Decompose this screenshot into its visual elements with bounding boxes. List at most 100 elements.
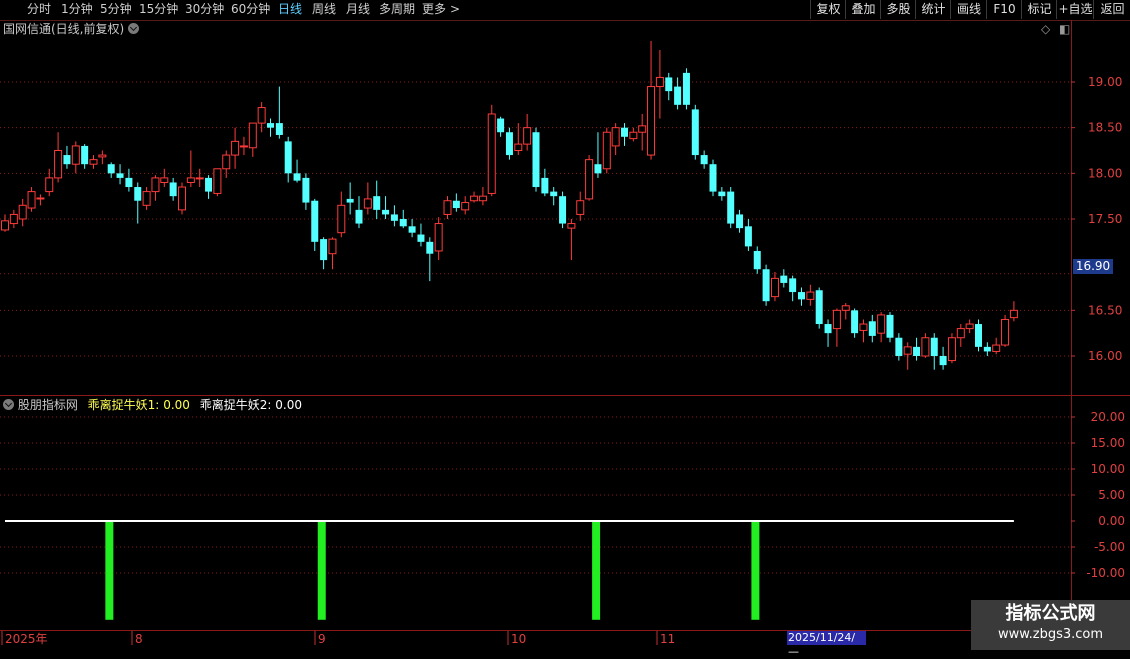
candle-body-down [789,278,797,293]
candle-body-up [655,76,664,88]
candle-body-down [284,141,292,174]
candle-body-up [461,202,470,211]
candle-body-up [443,200,452,215]
candle-body-down [125,177,133,188]
candle-body-up [248,122,257,149]
candle-body-down [930,337,938,356]
candle-body-down [824,324,832,334]
watermark-title: 指标公式网 [1005,603,1096,624]
candle-body-up [195,177,204,180]
candle-body-up [27,191,36,209]
candle-body-up [647,86,656,156]
candle-body-down [913,346,921,356]
candle-body-up [567,223,576,229]
date-axis-label: 9 [318,632,326,646]
candle-body-down [886,314,894,338]
candle-body-up [903,346,912,355]
candle-body-up [89,159,98,165]
indicator-axis-label: -10.00 [1086,566,1125,580]
candle-body-down [798,292,805,300]
candle-body-down [399,219,407,227]
candle-body-down [762,269,770,302]
candle-body-up [487,113,496,194]
candle-body-up [576,200,585,215]
candle-body-up [9,213,18,225]
candle-body-up [602,131,611,170]
indicator-axis-label: 5.00 [1098,488,1125,502]
indicator-axis-label: 20.00 [1091,410,1125,424]
candle-body-down [346,198,354,203]
price-axis-label: 16.00 [1088,349,1122,363]
candle-body-down [107,164,115,174]
candle-body-up [337,204,346,234]
candle-body-up [54,150,63,179]
candle-body-down [355,209,363,224]
candle-body-down [851,310,859,334]
candle-body-up [832,309,841,330]
candle-body-down [81,145,89,165]
candle-body-up [992,344,1001,352]
candle-body-up [36,197,45,200]
candle-body-up [523,127,532,145]
candle-body-down [727,191,735,224]
candle-body-down [682,72,690,105]
candle-body-down [311,200,319,242]
candle-body-up [638,125,647,133]
chevron-down-icon[interactable] [128,23,140,34]
candle-body-down [983,346,991,352]
date-axis-label: 2025年 [5,632,48,646]
candle-body-down [116,173,124,178]
candle-body-down [293,173,301,181]
candle-body-down [594,164,602,174]
panel-toggle-icon[interactable]: ◧ [1059,22,1070,36]
candle-body-up [611,127,620,147]
indicator-name[interactable]: 股朋指标网 [18,398,78,412]
candle-body-up [859,323,868,331]
current-price-badge: 16.90 [1073,259,1113,274]
candle-body-down [452,200,460,209]
diamond-icon[interactable]: ◇ [1041,22,1050,36]
price-axis-label: 17.50 [1088,212,1122,226]
candle-body-down [267,123,274,128]
signal-bar [105,521,114,620]
main-panel-title[interactable]: 国网信通(日线,前复权) [3,22,140,36]
candle-body-down [780,275,788,283]
candle-body-down [753,250,761,270]
candle-body-down [169,182,177,197]
candle-body-up [585,159,594,200]
candle-body-down [718,191,726,197]
candle-body-up [45,177,54,193]
candle-body-up [363,198,372,209]
candle-body-down [302,177,310,203]
line2-value: 0.00 [275,398,302,412]
date-axis-label: 8 [135,632,143,646]
candle-body-down [497,118,505,133]
candle-body-up [213,168,222,194]
signal-bar [592,521,601,620]
candle-body-down [541,177,549,194]
date-axis-label: 10 [511,632,526,646]
date-axis-label: 11 [660,632,675,646]
candle-body-down [426,241,434,254]
candle-body-down [895,337,903,356]
candle-body-up [947,337,956,362]
candle-body-up [151,177,160,193]
candle-body-up [629,131,638,140]
price-axis-label: 16.50 [1088,303,1122,317]
candle-body-down [320,239,328,261]
candle-body-up [1001,318,1010,346]
candle-body-down [390,214,398,221]
kline-chart: 19.00 18.50 18.00 17.50 16.50 16.00 20.00 15.00… [0,20,1130,650]
candle-body-up [257,107,266,124]
chevron-down-icon[interactable] [3,399,14,410]
candle-body-up [921,337,930,357]
candle-body-down [674,86,682,105]
price-axis-label: 18.50 [1088,121,1122,135]
candle-body-down [382,209,390,215]
date-cursor-label: 2025/11/24/— [787,631,866,658]
candle-body-down [736,214,744,229]
candle-body-up [877,314,886,334]
candle-body-down [532,132,540,188]
candle-body-up [478,195,487,202]
candle-body-down [550,191,558,197]
